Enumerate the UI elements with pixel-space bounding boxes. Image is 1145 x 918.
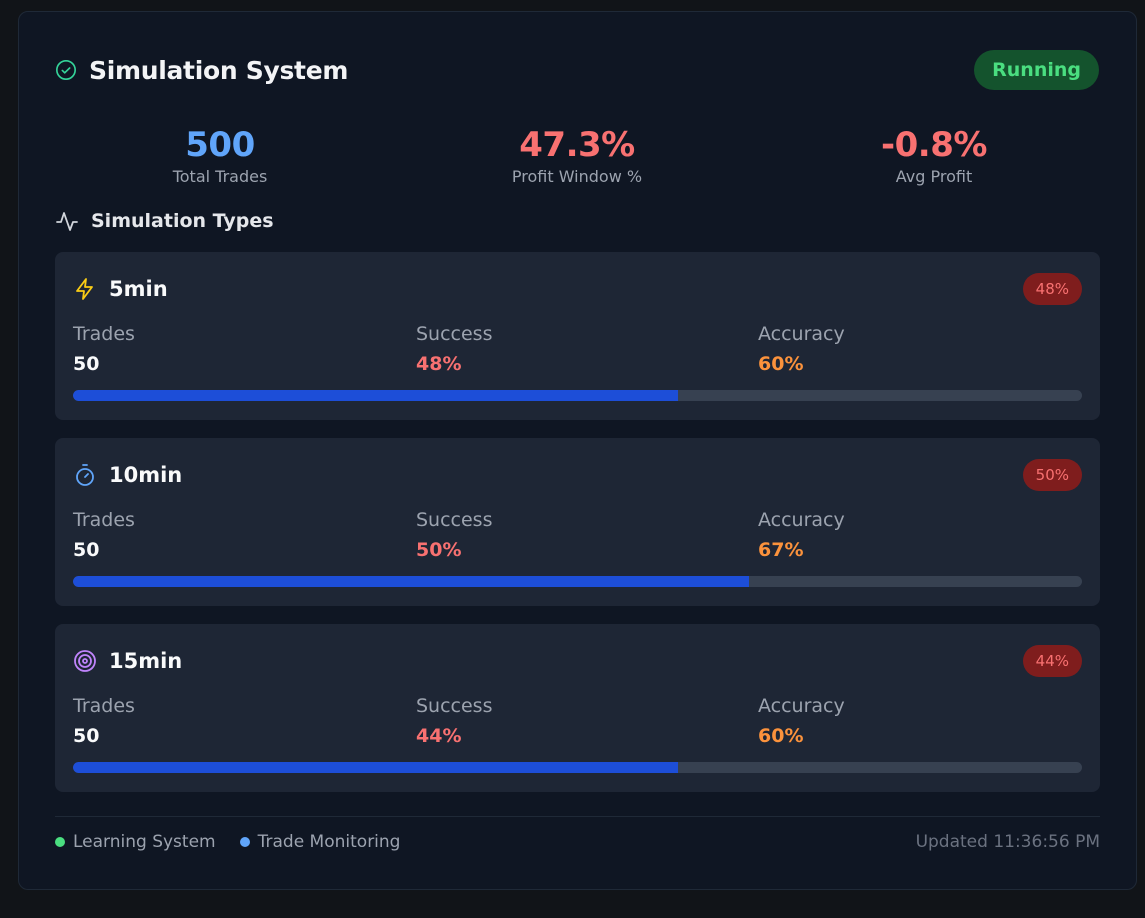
stat-value: 500 — [185, 125, 255, 165]
metric-value: 50 — [73, 539, 100, 561]
card-header: 5min 48% — [73, 272, 1082, 306]
page-title: Simulation System — [89, 55, 349, 85]
metric-label: Trades — [73, 509, 135, 531]
metric-label: Success — [416, 323, 493, 345]
legend-trade-monitoring: Trade Monitoring — [239, 832, 401, 852]
stat-profit-window: 47.3% Profit Window % — [412, 124, 742, 188]
success-badge: 44% — [1022, 645, 1082, 677]
metric-label: Accuracy — [758, 323, 845, 345]
card-title: 5min — [109, 277, 168, 301]
metric-label: Trades — [73, 695, 135, 717]
stat-value: -0.8% — [881, 125, 987, 165]
status-legend: Learning System Trade Monitoring — [55, 832, 400, 852]
metric-label: Success — [416, 695, 493, 717]
metric-label: Success — [416, 509, 493, 531]
metric-value: 60% — [758, 725, 804, 747]
metric-value: 67% — [758, 539, 804, 561]
success-badge: 50% — [1022, 459, 1082, 491]
sim-card-10min[interactable]: 10min 50% Trades 50 Success 50% Accuracy… — [55, 438, 1100, 606]
section-title: Simulation Types — [91, 210, 274, 232]
metric-success: Success 44% — [416, 694, 492, 748]
timer-icon — [73, 463, 97, 487]
metric-accuracy: Accuracy 60% — [758, 694, 845, 748]
sim-card-15min[interactable]: 15min 44% Trades 50 Success 44% Accuracy… — [55, 624, 1100, 792]
status-badge: Running — [974, 50, 1099, 90]
metric-trades: Trades 50 — [73, 694, 135, 748]
success-badge: 48% — [1022, 273, 1082, 305]
card-title-group: 15min — [73, 649, 182, 673]
metric-accuracy: Accuracy 67% — [758, 508, 845, 562]
stat-value: 47.3% — [519, 125, 635, 165]
lightning-icon — [73, 277, 97, 301]
panel-footer: Learning System Trade Monitoring Updated… — [55, 830, 1100, 854]
card-header: 15min 44% — [73, 644, 1082, 678]
legend-label: Learning System — [73, 832, 216, 852]
panel-header: Simulation System Running — [55, 48, 1099, 92]
metric-value: 60% — [758, 353, 804, 375]
stat-total-trades: 500 Total Trades — [55, 124, 385, 188]
card-title-group: 10min — [73, 463, 182, 487]
footer-divider — [55, 816, 1100, 817]
card-title-group: 5min — [73, 277, 168, 301]
metric-trades: Trades 50 — [73, 508, 135, 562]
card-title: 15min — [109, 649, 183, 673]
metric-success: Success 50% — [416, 508, 492, 562]
progress-fill — [73, 762, 679, 773]
progress-bar — [73, 576, 1082, 587]
simulation-panel: Simulation System Running 500 Total Trad… — [18, 11, 1137, 890]
legend-label: Trade Monitoring — [257, 832, 401, 852]
legend-learning-system: Learning System — [55, 832, 216, 852]
target-icon — [73, 649, 97, 673]
metric-value: 50 — [73, 353, 100, 375]
metric-value: 50 — [73, 725, 100, 747]
metric-success: Success 48% — [416, 322, 492, 376]
activity-icon — [55, 209, 79, 233]
stat-label: Total Trades — [172, 167, 268, 186]
card-header: 10min 50% — [73, 458, 1082, 492]
stat-avg-profit: -0.8% Avg Profit — [769, 124, 1099, 188]
progress-bar — [73, 390, 1082, 401]
progress-bar — [73, 762, 1082, 773]
metric-value: 48% — [416, 353, 462, 375]
updated-timestamp: Updated 11:36:56 PM — [915, 832, 1100, 852]
metric-label: Accuracy — [758, 695, 845, 717]
metric-accuracy: Accuracy 60% — [758, 322, 845, 376]
metric-label: Trades — [73, 323, 135, 345]
stat-label: Profit Window % — [511, 167, 643, 186]
blue-dot-icon — [239, 837, 250, 847]
card-title: 10min — [109, 463, 183, 487]
metric-label: Accuracy — [758, 509, 845, 531]
metric-value: 44% — [416, 725, 462, 747]
metric-trades: Trades 50 — [73, 322, 135, 376]
section-header: Simulation Types — [55, 208, 274, 234]
check-circle-icon — [55, 59, 77, 81]
progress-fill — [73, 576, 750, 587]
progress-fill — [73, 390, 679, 401]
green-dot-icon — [55, 837, 65, 847]
title-group: Simulation System — [55, 56, 348, 85]
metric-value: 50% — [416, 539, 462, 561]
sim-card-5min[interactable]: 5min 48% Trades 50 Success 48% Accuracy … — [55, 252, 1100, 420]
summary-stats: 500 Total Trades 47.3% Profit Window % -… — [55, 124, 1100, 194]
stat-label: Avg Profit — [895, 167, 973, 186]
